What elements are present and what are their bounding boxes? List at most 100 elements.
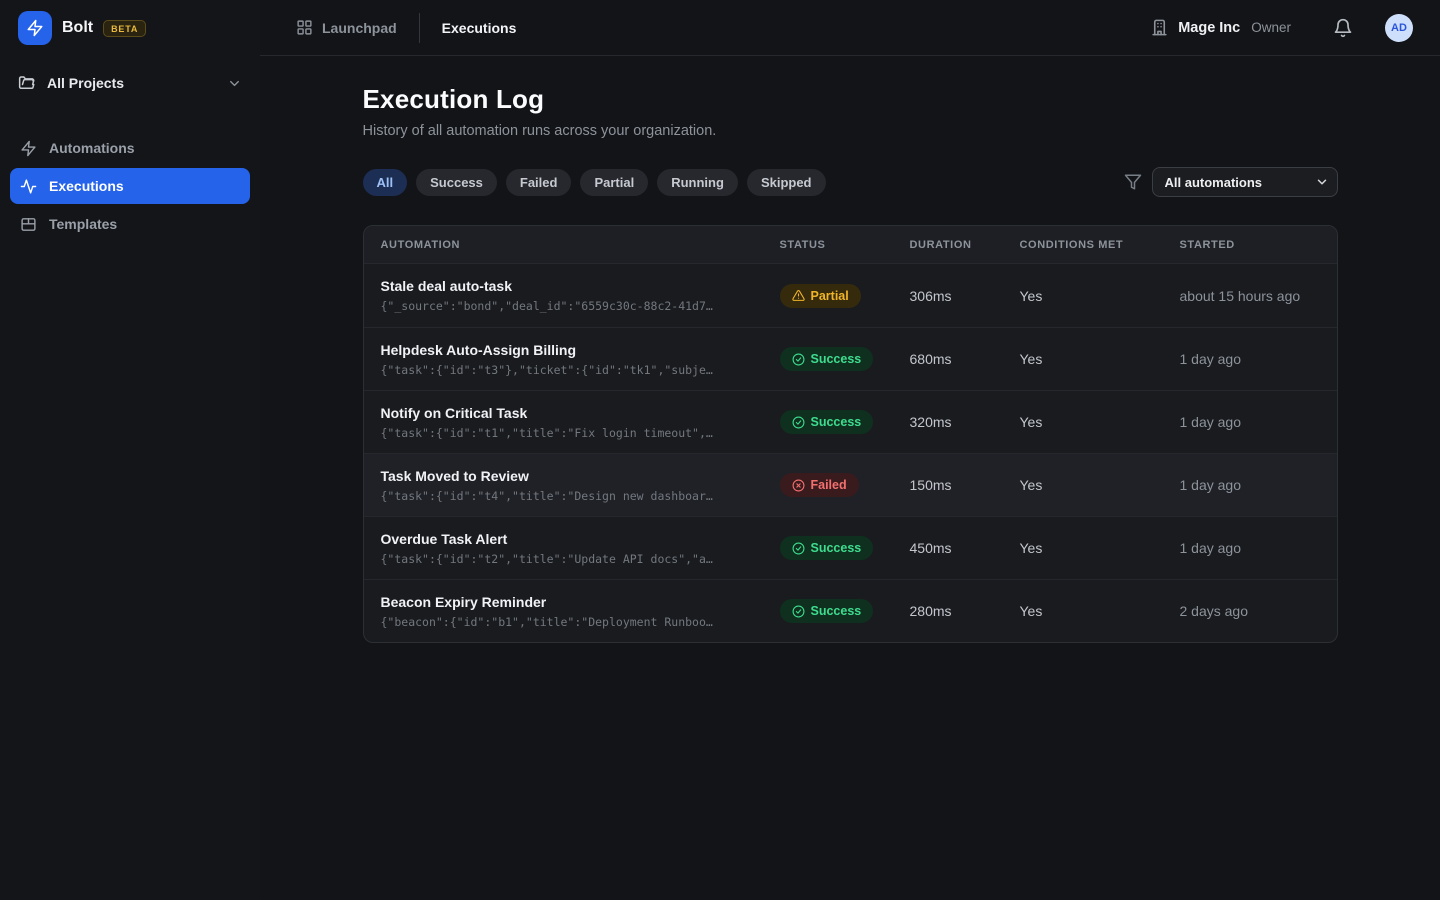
- filter-chip-success[interactable]: Success: [416, 169, 497, 196]
- filter-chip-running[interactable]: Running: [657, 169, 738, 196]
- launchpad-label: Launchpad: [322, 20, 397, 36]
- automation-filter-select[interactable]: All automations: [1152, 167, 1338, 197]
- page-title: Execution Log: [363, 84, 1338, 115]
- automation-name: Helpdesk Auto-Assign Billing: [381, 342, 780, 358]
- sidebar-item-label: Automations: [49, 140, 135, 156]
- org-menu[interactable]: Mage Inc Owner: [1150, 18, 1291, 37]
- conditions-cell: Yes: [1020, 288, 1180, 304]
- started-cell: 2 days ago: [1180, 603, 1337, 619]
- main-content: Execution Log History of all automation …: [260, 56, 1440, 900]
- status-label: Success: [811, 604, 862, 618]
- check-circle-icon: [792, 416, 805, 429]
- page-subtitle: History of all automation runs across yo…: [363, 123, 1338, 139]
- started-cell: 1 day ago: [1180, 351, 1337, 367]
- conditions-cell: Yes: [1020, 351, 1180, 367]
- grid-icon: [296, 19, 313, 36]
- org-role: Owner: [1251, 20, 1291, 35]
- column-header-automation: Automation: [364, 239, 780, 251]
- automation-payload: {"task":{"id":"t4","title":"Design new d…: [381, 489, 780, 503]
- started-cell: about 15 hours ago: [1180, 288, 1337, 304]
- automation-payload: {"task":{"id":"t2","title":"Update API d…: [381, 552, 780, 566]
- project-selector-label: All Projects: [47, 75, 216, 91]
- app-root: Bolt BETA All Projects Automations: [0, 0, 1440, 900]
- filter-chip-failed[interactable]: Failed: [506, 169, 572, 196]
- sidebar-item-automations[interactable]: Automations: [10, 130, 250, 166]
- column-header-conditions: Conditions Met: [1020, 239, 1180, 251]
- started-cell: 1 day ago: [1180, 540, 1337, 556]
- layout-icon: [20, 216, 37, 233]
- table-header: Automation Status Duration Conditions Me…: [364, 226, 1337, 264]
- launchpad-link[interactable]: Launchpad: [296, 19, 397, 36]
- table-row[interactable]: Task Moved to Review {"task":{"id":"t4",…: [364, 453, 1337, 516]
- sidebar-nav: Automations Executions Templates: [10, 130, 250, 242]
- sidebar-item-label: Executions: [49, 178, 124, 194]
- folder-icon: [18, 74, 36, 92]
- duration-cell: 150ms: [910, 477, 1020, 493]
- sidebar-item-label: Templates: [49, 216, 117, 232]
- column-header-status: Status: [780, 239, 910, 251]
- duration-cell: 450ms: [910, 540, 1020, 556]
- notifications-bell-icon[interactable]: [1333, 18, 1353, 38]
- status-label: Success: [811, 415, 862, 429]
- filter-chip-skipped[interactable]: Skipped: [747, 169, 826, 196]
- started-cell: 1 day ago: [1180, 477, 1337, 493]
- conditions-cell: Yes: [1020, 414, 1180, 430]
- status-label: Success: [811, 352, 862, 366]
- sidebar-item-templates[interactable]: Templates: [10, 206, 250, 242]
- activity-icon: [20, 178, 37, 195]
- automation-name: Beacon Expiry Reminder: [381, 594, 780, 610]
- duration-cell: 306ms: [910, 288, 1020, 304]
- user-avatar[interactable]: AD: [1385, 14, 1413, 42]
- warning-icon: [792, 289, 805, 302]
- filter-chip-partial[interactable]: Partial: [580, 169, 648, 196]
- table-row[interactable]: Notify on Critical Task {"task":{"id":"t…: [364, 390, 1337, 453]
- project-selector[interactable]: All Projects: [10, 64, 250, 102]
- main-column: Launchpad Executions Mage Inc Owner AD: [260, 0, 1440, 900]
- topbar-current-page: Executions: [442, 20, 517, 36]
- status-label: Partial: [811, 289, 849, 303]
- check-circle-icon: [792, 542, 805, 555]
- status-badge: Failed: [780, 473, 859, 497]
- table-row[interactable]: Helpdesk Auto-Assign Billing {"task":{"i…: [364, 327, 1337, 390]
- column-header-started: Started: [1180, 239, 1337, 251]
- conditions-cell: Yes: [1020, 540, 1180, 556]
- duration-cell: 680ms: [910, 351, 1020, 367]
- table-row[interactable]: Stale deal auto-task {"_source":"bond","…: [364, 264, 1337, 327]
- building-icon: [1150, 18, 1169, 37]
- automation-payload: {"task":{"id":"t3"},"ticket":{"id":"tk1"…: [381, 363, 780, 377]
- check-circle-icon: [792, 353, 805, 366]
- conditions-cell: Yes: [1020, 603, 1180, 619]
- status-label: Success: [811, 541, 862, 555]
- brand: Bolt BETA: [10, 0, 250, 56]
- filter-row: All Success Failed Partial Running Skipp…: [363, 167, 1338, 197]
- automation-payload: {"beacon":{"id":"b1","title":"Deployment…: [381, 615, 780, 629]
- status-badge: Success: [780, 536, 874, 560]
- conditions-cell: Yes: [1020, 477, 1180, 493]
- chevron-down-icon: [227, 76, 242, 91]
- status-label: Failed: [811, 478, 847, 492]
- filter-chip-all[interactable]: All: [363, 169, 408, 196]
- brand-name: Bolt: [62, 19, 93, 37]
- table-row[interactable]: Overdue Task Alert {"task":{"id":"t2","t…: [364, 516, 1337, 579]
- topbar-divider: [419, 13, 420, 43]
- filter-funnel-icon: [1124, 173, 1142, 191]
- zap-icon: [20, 140, 37, 157]
- duration-cell: 280ms: [910, 603, 1020, 619]
- topbar: Launchpad Executions Mage Inc Owner AD: [260, 0, 1440, 56]
- beta-badge: BETA: [103, 20, 146, 37]
- automation-name: Overdue Task Alert: [381, 531, 780, 547]
- automation-name: Notify on Critical Task: [381, 405, 780, 421]
- status-badge: Success: [780, 410, 874, 434]
- started-cell: 1 day ago: [1180, 414, 1337, 430]
- table-row[interactable]: Beacon Expiry Reminder {"beacon":{"id":"…: [364, 579, 1337, 642]
- check-circle-icon: [792, 605, 805, 618]
- sidebar: Bolt BETA All Projects Automations: [0, 0, 260, 900]
- duration-cell: 320ms: [910, 414, 1020, 430]
- sidebar-item-executions[interactable]: Executions: [10, 168, 250, 204]
- automation-payload: {"task":{"id":"t1","title":"Fix login ti…: [381, 426, 780, 440]
- executions-table: Automation Status Duration Conditions Me…: [363, 225, 1338, 643]
- status-badge: Success: [780, 347, 874, 371]
- org-name: Mage Inc: [1178, 20, 1240, 36]
- automation-name: Stale deal auto-task: [381, 278, 780, 294]
- automation-name: Task Moved to Review: [381, 468, 780, 484]
